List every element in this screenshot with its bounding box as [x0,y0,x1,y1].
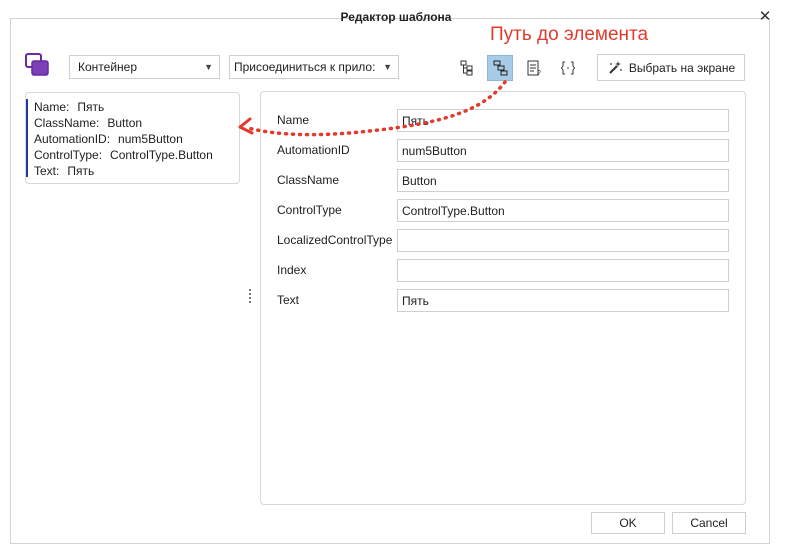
property-label-name: Name [277,113,310,127]
details-icon: ? [527,60,541,76]
property-label-classname: ClassName [277,173,340,187]
property-label-text: Text [277,293,300,307]
annotation-title: Путь до элемента [490,24,649,45]
attach-select-value: Присоединиться к прило: [234,60,376,74]
property-input-automationid[interactable] [397,139,729,162]
dialog-title: Редактор шаблона [340,10,452,24]
path-value: Пять [77,100,105,114]
path-key: Name: [34,100,70,114]
path-line[interactable]: Name: Пять [26,99,239,115]
pick-on-screen-label: Выбрать на экране [628,60,736,75]
path-key: ClassName: [34,116,100,130]
path-value: Пять [67,164,95,178]
property-label-localizedcontroltype: LocalizedControlType [277,233,393,247]
property-label-index: Index [277,263,307,277]
close-icon[interactable]: ✕ [754,6,776,28]
element-path-panel: Name: Пять ClassName: Button AutomationID:… [25,92,240,184]
property-label-automationid: AutomationID [277,143,350,157]
container-select[interactable]: Контейнер ▼ [69,55,220,79]
chevron-down-icon: ▼ [204,62,213,72]
chevron-down-icon: ▼ [383,62,392,72]
pick-on-screen-button[interactable]: Выбрать на экране [597,54,745,81]
property-input-classname[interactable] [397,169,729,192]
code-icon [560,61,576,75]
property-input-text[interactable] [397,289,729,312]
details-button[interactable]: ? [521,55,547,81]
code-button[interactable] [555,55,581,81]
attach-select[interactable]: Присоединиться к прило: ▼ [229,55,399,79]
path-line[interactable]: AutomationID: num5Button [26,131,239,147]
property-input-controltype[interactable] [397,199,729,222]
tree-icon [460,60,473,76]
path-value: num5Button [118,132,183,146]
path-icon [493,60,508,76]
element-path-button[interactable] [487,55,513,81]
path-key: ControlType: [34,148,103,162]
svg-text:?: ? [537,70,541,76]
path-line[interactable]: ClassName: Button [26,115,239,131]
property-input-index[interactable] [397,259,729,282]
path-value: ControlType.Button [110,148,213,162]
property-input-name[interactable] [397,109,729,132]
container-select-value: Контейнер [78,60,138,74]
container-icon [25,53,49,76]
path-key: AutomationID: [34,132,111,146]
path-line[interactable]: ControlType: ControlType.Button [26,147,239,163]
path-line[interactable]: Text: Пять [26,163,239,179]
path-value: Button [107,116,143,130]
path-selection-bar [26,99,28,177]
path-key: Text: [34,164,60,178]
property-label-controltype: ControlType [277,203,342,217]
cancel-button[interactable]: Cancel [672,512,746,534]
tree-view-button[interactable] [454,55,480,81]
magic-wand-icon [609,60,622,74]
property-input-localizedcontroltype[interactable] [397,229,729,252]
ok-button[interactable]: OK [591,512,665,534]
panel-splitter[interactable] [249,289,251,303]
